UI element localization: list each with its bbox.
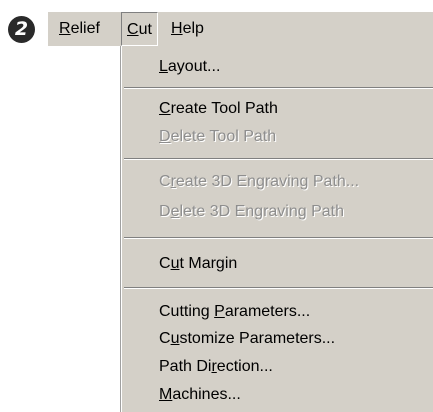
menu-item-pre: C [159, 173, 171, 190]
menu-separator [124, 287, 433, 289]
menu-separator [124, 87, 433, 89]
menu-item-create-tool-path[interactable]: Create Tool Path [122, 96, 433, 122]
menu-item-post: lete 3D Engraving Path [179, 203, 345, 220]
menu-relief-mnemonic: R [59, 20, 71, 37]
menu-help-post: elp [182, 20, 204, 37]
menu-item-machines[interactable]: Machines... [122, 382, 433, 408]
menu-item-post: achines... [172, 386, 241, 403]
menu-item-pre: Cutting [159, 303, 215, 320]
menu-item-delete-tool-path[interactable]: Delete Tool Path [122, 124, 433, 150]
menu-item-path-direction[interactable]: Path Direction... [122, 354, 433, 380]
menu-item-pre: Path Di [159, 358, 212, 375]
menu-item-post: stomize Parameters... [179, 330, 336, 347]
menu-item-cut-margin[interactable]: Cut Margin [122, 251, 433, 277]
menu-item-post: t Margin [179, 255, 238, 272]
menu-cut[interactable]: Cut [121, 12, 158, 46]
menu-item-post: arameters... [224, 303, 311, 320]
menu-item-create-3d-engraving-path[interactable]: Create 3D Engraving Path... [122, 169, 433, 195]
menu-cut-post: ut [138, 21, 152, 38]
menu-item-post: ection... [216, 358, 273, 375]
menu-cut-mnemonic: C [127, 21, 139, 38]
menu-help[interactable]: Help [166, 12, 209, 46]
menu-item-layout[interactable]: Layout... [122, 54, 433, 80]
menu-item-mnemonic: D [159, 128, 171, 145]
menu-item-post: eate 3D Engraving Path... [175, 173, 360, 190]
menu-item-mnemonic: L [159, 58, 168, 75]
menu-relief[interactable]: Relief [54, 12, 105, 46]
menu-item-mnemonic: P [214, 303, 225, 320]
menu-item-delete-3d-engraving-path[interactable]: Delete 3D Engraving Path [122, 199, 433, 225]
menu-item-post: reate Tool Path [170, 100, 278, 117]
cut-dropdown-menu: Layout... Create Tool Path Delete Tool P… [121, 46, 433, 412]
menu-separator [124, 237, 433, 239]
menu-help-mnemonic: H [171, 20, 183, 37]
menu-item-post: elete Tool Path [170, 128, 277, 145]
step-number-badge: 2 [8, 16, 35, 43]
menu-item-pre: C [159, 255, 171, 272]
menu-bar: Relief Cut Help [48, 12, 433, 46]
menu-separator [124, 158, 433, 160]
menu-relief-post: elief [70, 20, 100, 37]
menu-item-pre: C [159, 330, 171, 347]
menu-item-post: ayout... [167, 58, 221, 75]
menu-item-pre: D [159, 203, 171, 220]
menu-item-cutting-parameters[interactable]: Cutting Parameters... [122, 299, 433, 325]
menu-item-customize-parameters[interactable]: Customize Parameters... [122, 326, 433, 352]
menu-item-mnemonic: C [159, 100, 171, 117]
menu-item-mnemonic: M [159, 386, 173, 403]
